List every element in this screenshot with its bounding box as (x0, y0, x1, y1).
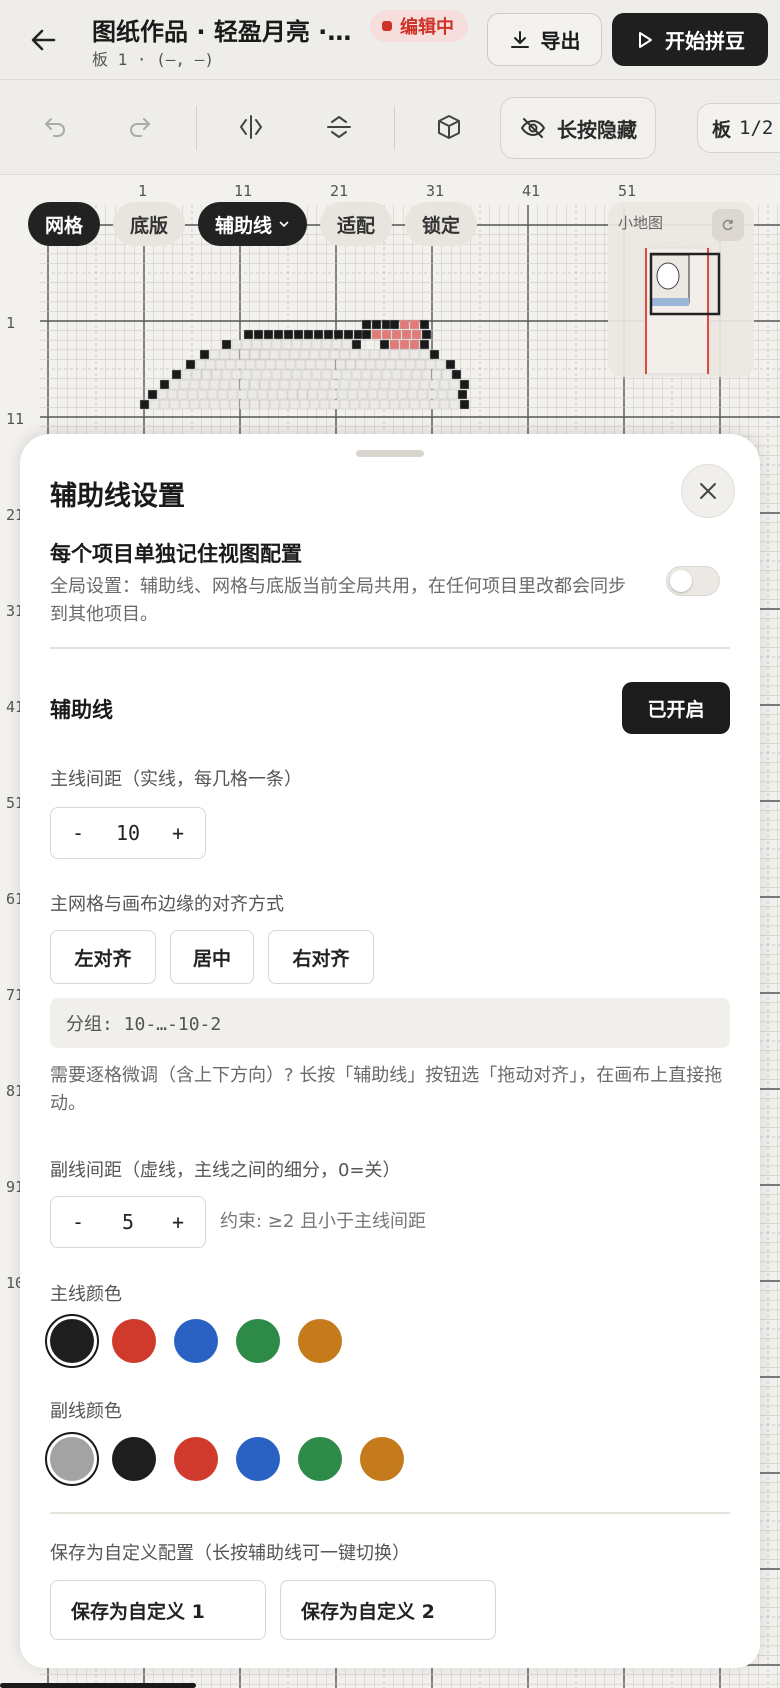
major-color-swatch[interactable] (174, 1319, 218, 1363)
status-text: 编辑中 (400, 17, 454, 38)
app-header: 图纸作品 · 轻盈月亮 · 08... 板 1 · (–, –) 编辑中 导出 … (0, 0, 780, 80)
toolbar-divider (394, 106, 395, 150)
board-prefix: 板 (712, 118, 732, 141)
minor-spacing-value[interactable]: 5 (89, 1210, 167, 1234)
guides-enabled-button[interactable]: 已开启 (622, 682, 730, 734)
toggle-knob (670, 570, 692, 592)
major-decrement-button[interactable]: - (67, 821, 89, 845)
per-project-toggle[interactable] (666, 566, 720, 596)
page-title: 图纸作品 · 轻盈月亮 · 08... (92, 18, 352, 46)
save-custom-label: 保存为自定义配置（长按辅助线可一键切换） (50, 1543, 410, 1564)
group-readout: 分组: 10-…-10-2 (50, 998, 730, 1048)
major-color-swatch[interactable] (45, 1314, 99, 1368)
cube-icon (438, 115, 460, 139)
close-icon (700, 483, 716, 499)
divider (50, 647, 730, 649)
flip-vertical-button[interactable] (320, 108, 358, 146)
download-icon (510, 30, 529, 48)
minor-decrement-button[interactable]: - (67, 1210, 89, 1234)
major-color-swatch[interactable] (298, 1319, 342, 1363)
drag-handle[interactable] (356, 450, 424, 457)
major-color-swatch[interactable] (112, 1319, 156, 1363)
status-dot-icon (382, 21, 392, 31)
major-spacing-value[interactable]: 10 (89, 821, 167, 845)
back-button[interactable] (26, 22, 62, 58)
minor-increment-button[interactable]: + (167, 1210, 189, 1234)
minor-color-options (45, 1432, 404, 1486)
minor-color-label: 副线颜色 (50, 1401, 122, 1422)
flip-horizontal-button[interactable] (232, 108, 270, 146)
divider (50, 1512, 730, 1514)
align-left-button[interactable]: 左对齐 (50, 930, 156, 984)
minor-spacing-stepper: - 5 + (50, 1196, 206, 1248)
per-project-heading: 每个项目单独记住视图配置 (50, 542, 302, 566)
minor-color-swatch[interactable] (174, 1437, 218, 1481)
save-custom-2-button[interactable]: 保存为自定义 2 (280, 1580, 496, 1640)
start-label: 开始拼豆 (665, 29, 745, 53)
minor-color-swatch[interactable] (298, 1437, 342, 1481)
hide-label: 长按隐藏 (557, 117, 637, 142)
align-center-button[interactable]: 居中 (170, 930, 254, 984)
home-indicator (0, 1683, 196, 1688)
export-button[interactable]: 导出 (487, 13, 602, 66)
guides-settings-sheet: 辅助线设置 每个项目单独记住视图配置 全局设置：辅助线、网格与底版当前全局共用，… (20, 434, 760, 1668)
major-color-swatch[interactable] (236, 1319, 280, 1363)
minor-spacing-label: 副线间距（虚线，主线之间的细分，0=关） (50, 1160, 401, 1181)
major-increment-button[interactable]: + (167, 821, 189, 845)
redo-button[interactable] (122, 108, 160, 146)
close-button[interactable] (681, 464, 735, 518)
flip-horizontal-icon (240, 115, 262, 139)
start-beading-button[interactable]: 开始拼豆 (612, 13, 768, 66)
undo-button[interactable] (35, 108, 73, 146)
arrow-left-icon (31, 29, 56, 51)
guides-heading: 辅助线 (50, 698, 113, 722)
flip-vertical-icon (327, 116, 351, 138)
major-color-options (45, 1314, 342, 1368)
major-spacing-label: 主线间距（实线，每几格一条） (50, 769, 302, 790)
align-right-button[interactable]: 右对齐 (268, 930, 374, 984)
board-subtitle: 板 1 · (–, –) (92, 50, 214, 69)
minor-color-swatch[interactable] (236, 1437, 280, 1481)
per-project-description: 全局设置：辅助线、网格与底版当前全局共用，在任何项目里改都会同步到其他项目。 (50, 576, 626, 625)
major-color-label: 主线颜色 (50, 1284, 122, 1305)
play-icon (639, 31, 652, 48)
long-press-hide-button[interactable]: 长按隐藏 (500, 97, 656, 159)
minor-constraint: 约束: ≥2 且小于主线间距 (220, 1211, 427, 1232)
bead-pattern (139, 319, 470, 410)
eye-off-icon (520, 118, 546, 138)
board-value: 1/2 (739, 117, 774, 139)
drag-align-hint: 需要逐格微调（含上下方向）? 长按「辅助线」按钮选「拖动对齐」，在画布上直接拖动… (50, 1065, 723, 1114)
save-custom-1-button[interactable]: 保存为自定义 1 (50, 1580, 266, 1640)
toolbar: 长按隐藏 板 1/2 (0, 80, 780, 175)
redo-icon (130, 118, 150, 137)
minor-color-swatch[interactable] (45, 1432, 99, 1486)
minor-color-swatch[interactable] (360, 1437, 404, 1481)
toolbar-divider (196, 106, 197, 150)
status-badge: 编辑中 (370, 10, 468, 42)
major-spacing-stepper: - 10 + (50, 807, 206, 859)
board-switcher[interactable]: 板 1/2 (697, 103, 780, 153)
sheet-title: 辅助线设置 (50, 481, 185, 512)
align-label: 主网格与画布边缘的对齐方式 (50, 894, 284, 915)
undo-icon (45, 118, 65, 137)
minor-color-swatch[interactable] (112, 1437, 156, 1481)
export-label: 导出 (540, 29, 581, 53)
3d-view-button[interactable] (430, 108, 468, 146)
